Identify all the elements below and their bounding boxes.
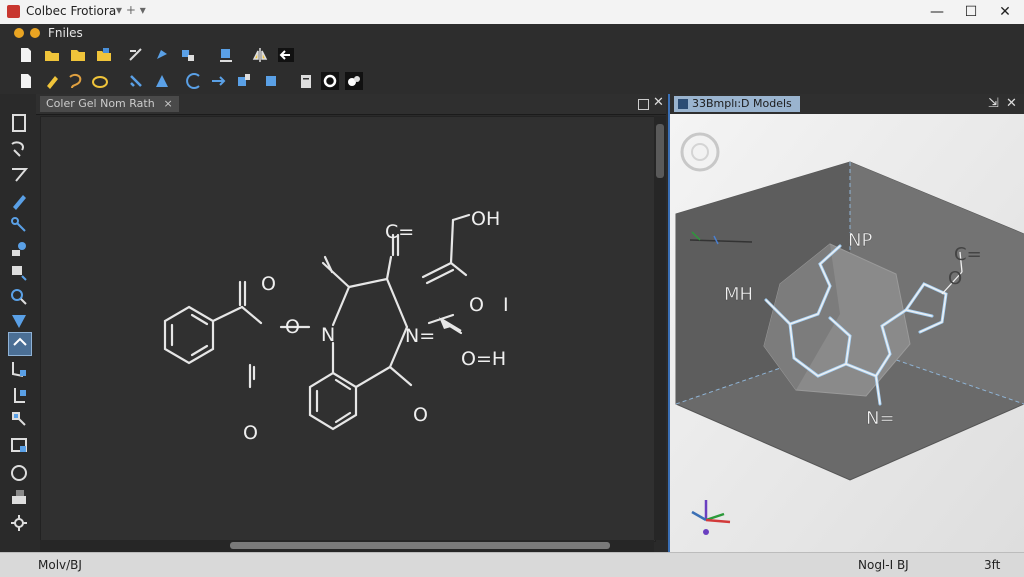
display-mode-icon[interactable] (344, 71, 364, 91)
charge-icon[interactable] (8, 408, 30, 430)
open-folder-icon[interactable] (42, 45, 62, 65)
atom-label-n-ring: N (321, 324, 335, 346)
orbit-icon[interactable] (8, 462, 30, 484)
menu-files[interactable]: Fniles (48, 26, 83, 40)
group-tool-icon[interactable] (262, 71, 282, 91)
status-bar: Molv/BJ Nogl-I BJ 3ft (0, 552, 1024, 577)
arc-tool-icon[interactable] (184, 71, 204, 91)
template-icon[interactable] (8, 262, 30, 284)
panel-3d-header: 33Bmplı:D Models ⇲ ✕ (670, 94, 1024, 114)
left-toolbar (0, 94, 37, 552)
tab-3d-icon (678, 99, 688, 109)
tab-2d-close-icon[interactable]: × (163, 96, 172, 112)
clipboard-icon[interactable] (296, 71, 316, 91)
atom-label-mh: MH (724, 284, 753, 305)
atom-label-o-3d: O (948, 268, 962, 289)
panel-2d-close-icon[interactable]: ✕ (653, 95, 664, 110)
atom-label-oh-top: OH (471, 208, 500, 230)
panel-3d-close-icon[interactable]: ✕ (1006, 96, 1017, 111)
window-title: Colbec Frotiora (26, 4, 117, 18)
bond-tool-icon[interactable] (126, 45, 146, 65)
highlight-icon[interactable] (42, 71, 62, 91)
atom-label-oh-mid: O=H (461, 348, 506, 370)
minimize-button[interactable]: — (922, 1, 952, 23)
ring-icon[interactable] (8, 238, 30, 260)
status-right: 3ft (984, 558, 1001, 572)
atom-tool-icon[interactable] (8, 332, 32, 356)
horizontal-scroll-thumb[interactable] (230, 542, 610, 549)
atom-label-o-lower-left: O (243, 422, 258, 444)
minimize-dot-icon[interactable] (30, 28, 40, 38)
title-bar: Colbec Frotiora ▾ + ▾ — ☐ ✕ (0, 0, 1024, 25)
app-icon (7, 5, 20, 18)
settings-icon[interactable] (8, 512, 30, 534)
vertical-scrollbar[interactable] (654, 116, 666, 540)
save-folder-icon[interactable] (94, 45, 114, 65)
status-left: Molv/BJ (38, 558, 82, 572)
molecule-2d-drawing: O O N O C= N= O OH O I O=H (163, 208, 509, 444)
panel-2d-editor: Coler Gel Nom Rath × ✕ O O N O C= N= O O… (36, 94, 666, 552)
scale-tool-icon[interactable] (152, 71, 172, 91)
tab-3d-label: 33Bmplı:D Models (692, 97, 792, 110)
rotate-tool-icon[interactable] (126, 71, 146, 91)
new-document-icon[interactable] (16, 45, 36, 65)
folder-icon[interactable] (68, 45, 88, 65)
tab-2d-document[interactable]: Coler Gel Nom Rath × (40, 96, 179, 112)
lasso-select-icon[interactable] (8, 138, 30, 160)
text-tool-icon[interactable] (8, 434, 30, 456)
atom-label-np: NP (848, 230, 872, 251)
atom-label-o-ester: O (285, 316, 300, 338)
erase-icon[interactable] (8, 310, 30, 332)
vertical-scroll-thumb[interactable] (656, 124, 664, 178)
atom-label-n-eq: N= (866, 408, 895, 429)
template-tool-icon[interactable] (178, 45, 198, 65)
atom-label-c-eq-3d: C= (954, 244, 982, 265)
atom-label-c-eq: C= (385, 221, 414, 243)
zoom-icon[interactable] (8, 286, 30, 308)
tab-3d-models[interactable]: 33Bmplı:D Models (674, 96, 800, 112)
page-icon[interactable] (16, 71, 36, 91)
atom-label-i-mark: I (503, 294, 509, 316)
toolbar-row-1 (0, 42, 1024, 68)
horizontal-scrollbar[interactable] (40, 540, 654, 552)
pin-icon[interactable]: ⇲ (988, 96, 999, 111)
chain-icon[interactable] (8, 214, 30, 236)
panel-3d-viewer: 33Bmplı:D Models ⇲ ✕ NP MH N= C= O (668, 94, 1024, 552)
lasso-icon[interactable] (66, 71, 86, 91)
pen-icon[interactable] (8, 190, 30, 212)
ring-tool-icon[interactable] (152, 45, 172, 65)
stack-icon[interactable] (8, 486, 30, 508)
gear-icon[interactable] (320, 71, 340, 91)
title-tab-controls[interactable]: ▾ + ▾ (116, 3, 146, 17)
panel-2d-header: Coler Gel Nom Rath × ✕ (36, 94, 666, 115)
molecule-3d-viewport[interactable]: NP MH N= C= O (670, 114, 1024, 552)
atom-label-n-mid: N= (405, 325, 435, 347)
undo-icon[interactable] (276, 45, 296, 65)
tab-2d-label: Coler Gel Nom Rath (46, 97, 155, 110)
arrange-tool-icon[interactable] (216, 45, 236, 65)
atom-label-o-top-left: O (261, 273, 276, 295)
molecule-canvas-2d[interactable]: O O N O C= N= O OH O I O=H (40, 116, 656, 542)
close-button[interactable]: ✕ (990, 1, 1020, 23)
bracket-icon[interactable] (8, 384, 30, 406)
atom-label-o-ring: O (413, 404, 428, 426)
bond-icon[interactable] (8, 164, 30, 186)
arrow-icon[interactable] (8, 358, 30, 380)
atom-label-oi: O (469, 294, 484, 316)
close-dot-icon[interactable] (14, 28, 24, 38)
maximize-button[interactable]: ☐ (956, 1, 986, 23)
ellipse-tool-icon[interactable] (90, 71, 110, 91)
panel-menu-icon[interactable] (638, 99, 649, 110)
menu-bar: Fniles (0, 24, 1024, 42)
status-center: Nogl-I BJ (858, 558, 909, 572)
align-tool-icon[interactable] (234, 71, 254, 91)
flip-tool-icon[interactable] (250, 45, 270, 65)
arrow-tool-icon[interactable] (208, 71, 228, 91)
select-rect-icon[interactable] (8, 112, 30, 134)
toolbar-row-2 (0, 68, 1024, 94)
